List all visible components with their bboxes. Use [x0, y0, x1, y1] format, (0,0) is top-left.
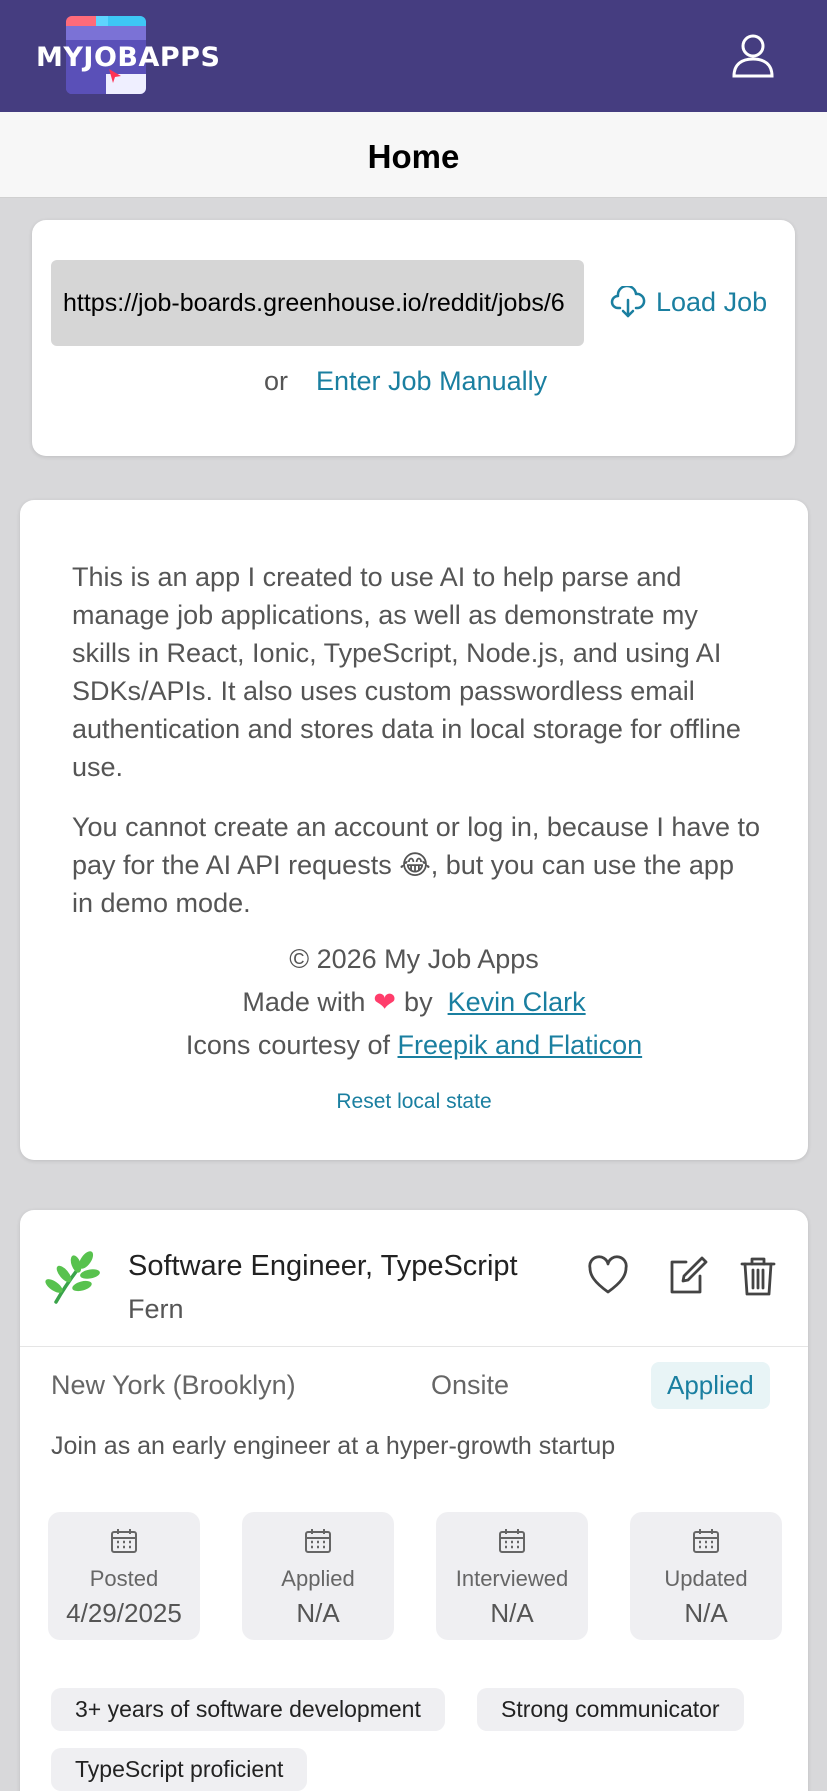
- icons-credit-prefix: Icons courtesy of: [185, 1030, 390, 1060]
- made-with-line: Made with ❤ by Kevin Clark: [20, 987, 808, 1018]
- or-text: or: [264, 366, 289, 396]
- favorite-heart-icon[interactable]: [586, 1254, 630, 1298]
- app-logo[interactable]: MYJOBAPPS: [36, 14, 226, 98]
- page-title-bar: Home: [0, 112, 827, 198]
- load-job-label: Load Job: [656, 286, 768, 317]
- divider: [20, 1346, 808, 1347]
- date-label: Applied: [281, 1566, 355, 1591]
- status-badge: Applied: [651, 1362, 770, 1409]
- calendar-icon: [305, 1529, 331, 1553]
- about-paragraph-2: You cannot create an account or log in, …: [72, 812, 760, 918]
- logo-text: MYJOBAPPS: [36, 42, 221, 73]
- edit-icon[interactable]: [664, 1254, 708, 1298]
- calendar-icon: [693, 1529, 719, 1553]
- copyright-text: © 2026 My Job Apps: [289, 944, 539, 974]
- job-card[interactable]: Software Engineer, TypeScript Fern New Y…: [20, 1210, 808, 1791]
- date-value: N/A: [296, 1598, 340, 1628]
- job-title: Software Engineer, TypeScript: [128, 1250, 518, 1282]
- freepik-flaticon-link[interactable]: Freepik and Flaticon: [398, 1030, 643, 1060]
- date-applied: Applied N/A: [242, 1512, 394, 1640]
- date-value: N/A: [684, 1598, 728, 1628]
- load-job-button[interactable]: Load Job: [610, 286, 767, 318]
- enter-job-manually-link[interactable]: Enter Job Manually: [316, 366, 547, 397]
- trash-icon[interactable]: [736, 1254, 780, 1298]
- date-label: Updated: [664, 1566, 748, 1591]
- author-link[interactable]: Kevin Clark: [448, 987, 586, 1017]
- heart-icon: ❤: [373, 987, 397, 1017]
- job-work-mode: Onsite: [431, 1370, 510, 1400]
- date-interviewed: Interviewed N/A: [436, 1512, 588, 1640]
- fern-logo-icon: [45, 1251, 100, 1304]
- date-posted: Posted 4/29/2025: [48, 1512, 200, 1640]
- about-paragraph-1: This is an app I created to use AI to he…: [72, 562, 741, 782]
- cloud-download-icon: [610, 286, 646, 318]
- made-with-by: by: [404, 987, 433, 1017]
- date-label: Posted: [89, 1566, 159, 1591]
- about-card: This is an app I created to use AI to he…: [20, 500, 808, 1160]
- icons-credit-line: Icons courtesy of Freepik and Flaticon: [20, 1030, 808, 1061]
- calendar-icon: [499, 1529, 525, 1553]
- date-label: Interviewed: [455, 1566, 569, 1591]
- skill-tag: Strong communicator: [477, 1688, 744, 1731]
- skill-tag: TypeScript proficient: [51, 1748, 308, 1791]
- load-job-card: Load Job or Enter Job Manually: [32, 220, 795, 456]
- cursor-icon: [109, 69, 121, 83]
- skill-tag: 3+ years of software development: [51, 1688, 445, 1731]
- job-url-input[interactable]: [51, 260, 584, 346]
- reset-local-state-button[interactable]: Reset local state: [20, 1090, 808, 1114]
- job-summary: Join as an early engineer at a hyper-gro…: [51, 1432, 616, 1460]
- page-title: Home: [367, 138, 460, 175]
- date-value: 4/29/2025: [66, 1598, 182, 1628]
- made-with-prefix: Made with: [242, 987, 366, 1017]
- calendar-icon: [111, 1529, 137, 1553]
- job-company: Fern: [128, 1294, 184, 1324]
- date-value: N/A: [490, 1598, 534, 1628]
- job-location: New York (Brooklyn): [51, 1370, 296, 1400]
- date-updated: Updated N/A: [630, 1512, 782, 1640]
- user-icon[interactable]: [730, 32, 776, 78]
- app-header: MYJOBAPPS: [0, 0, 827, 112]
